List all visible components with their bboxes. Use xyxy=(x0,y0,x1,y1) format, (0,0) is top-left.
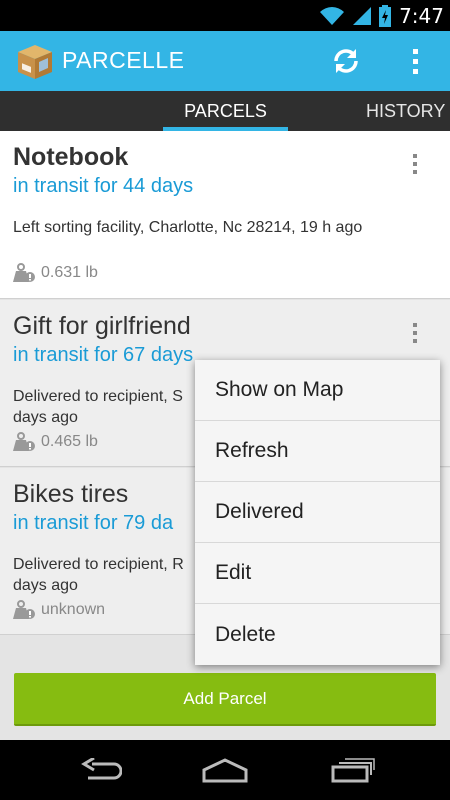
parcel-status: Delivered to recipient, S days ago xyxy=(13,388,183,426)
status-icons: 7:47 xyxy=(319,0,444,31)
recent-apps-button[interactable] xyxy=(322,750,382,790)
wifi-icon xyxy=(320,6,345,25)
parcel-weight-value: 0.631 lb xyxy=(41,264,98,281)
weight-icon xyxy=(13,432,35,451)
home-button[interactable] xyxy=(195,750,255,790)
parcel-weight: unknown xyxy=(13,599,105,621)
status-bar: 7:47 xyxy=(0,0,450,31)
menu-item-edit[interactable]: Edit xyxy=(195,543,440,604)
app-title: PARCELLE xyxy=(62,47,185,73)
parcel-menu-button[interactable] xyxy=(405,318,425,348)
back-button[interactable] xyxy=(70,750,130,790)
parcel-title: Bikes tires xyxy=(13,480,129,508)
tab-history[interactable]: HISTORY xyxy=(366,91,450,131)
parcel-transit: in transit for 79 da xyxy=(13,512,174,534)
parcel-weight-value: 0.465 lb xyxy=(41,433,98,450)
parcel-title: Notebook xyxy=(13,143,129,171)
back-icon xyxy=(81,758,122,780)
weight-icon xyxy=(13,263,35,282)
menu-item-delivered[interactable]: Delivered xyxy=(195,482,440,543)
parcel-transit: in transit for 44 days xyxy=(13,175,194,197)
refresh-button[interactable] xyxy=(326,41,366,81)
overflow-menu-icon xyxy=(412,48,418,54)
weight-icon xyxy=(13,600,35,619)
add-parcel-button[interactable]: Add Parcel xyxy=(14,673,436,726)
parcel-transit: in transit for 67 days xyxy=(13,344,194,366)
recent-apps-icon xyxy=(331,758,375,783)
home-icon xyxy=(202,758,248,783)
parcel-weight: 0.465 lb xyxy=(13,431,98,453)
parcel-status: Left sorting facility, Charlotte, Nc 282… xyxy=(13,219,363,236)
overflow-menu-button[interactable] xyxy=(400,41,430,81)
parcel-weight-value: unknown xyxy=(41,601,106,618)
parcel-title: Gift for girlfriend xyxy=(13,312,191,340)
refresh-icon xyxy=(334,49,358,73)
overflow-menu-icon xyxy=(413,323,417,327)
battery-charging-icon xyxy=(379,4,392,27)
parcel-card[interactable]: Notebook in transit for 44 days Left sor… xyxy=(0,131,450,299)
overflow-menu-icon xyxy=(413,154,417,158)
menu-item-delete[interactable]: Delete xyxy=(195,604,440,665)
tab-parcels[interactable]: PARCELS xyxy=(163,91,288,131)
signal-icon xyxy=(353,6,372,25)
action-bar: PARCELLE xyxy=(0,31,450,91)
parcel-weight: 0.631 lb xyxy=(13,262,98,284)
status-time: 7:47 xyxy=(399,3,444,28)
parcel-menu-button[interactable] xyxy=(405,149,425,179)
box-icon xyxy=(18,45,52,79)
menu-item-show-on-map[interactable]: Show on Map xyxy=(195,360,440,421)
tab-bar: PARCELS HISTORY xyxy=(0,91,450,131)
parcel-status: Delivered to recipient, R days ago xyxy=(13,556,184,594)
parcel-context-menu: Show on Map Refresh Delivered Edit Delet… xyxy=(195,360,440,665)
menu-item-refresh[interactable]: Refresh xyxy=(195,421,440,482)
system-nav-bar xyxy=(0,740,450,800)
